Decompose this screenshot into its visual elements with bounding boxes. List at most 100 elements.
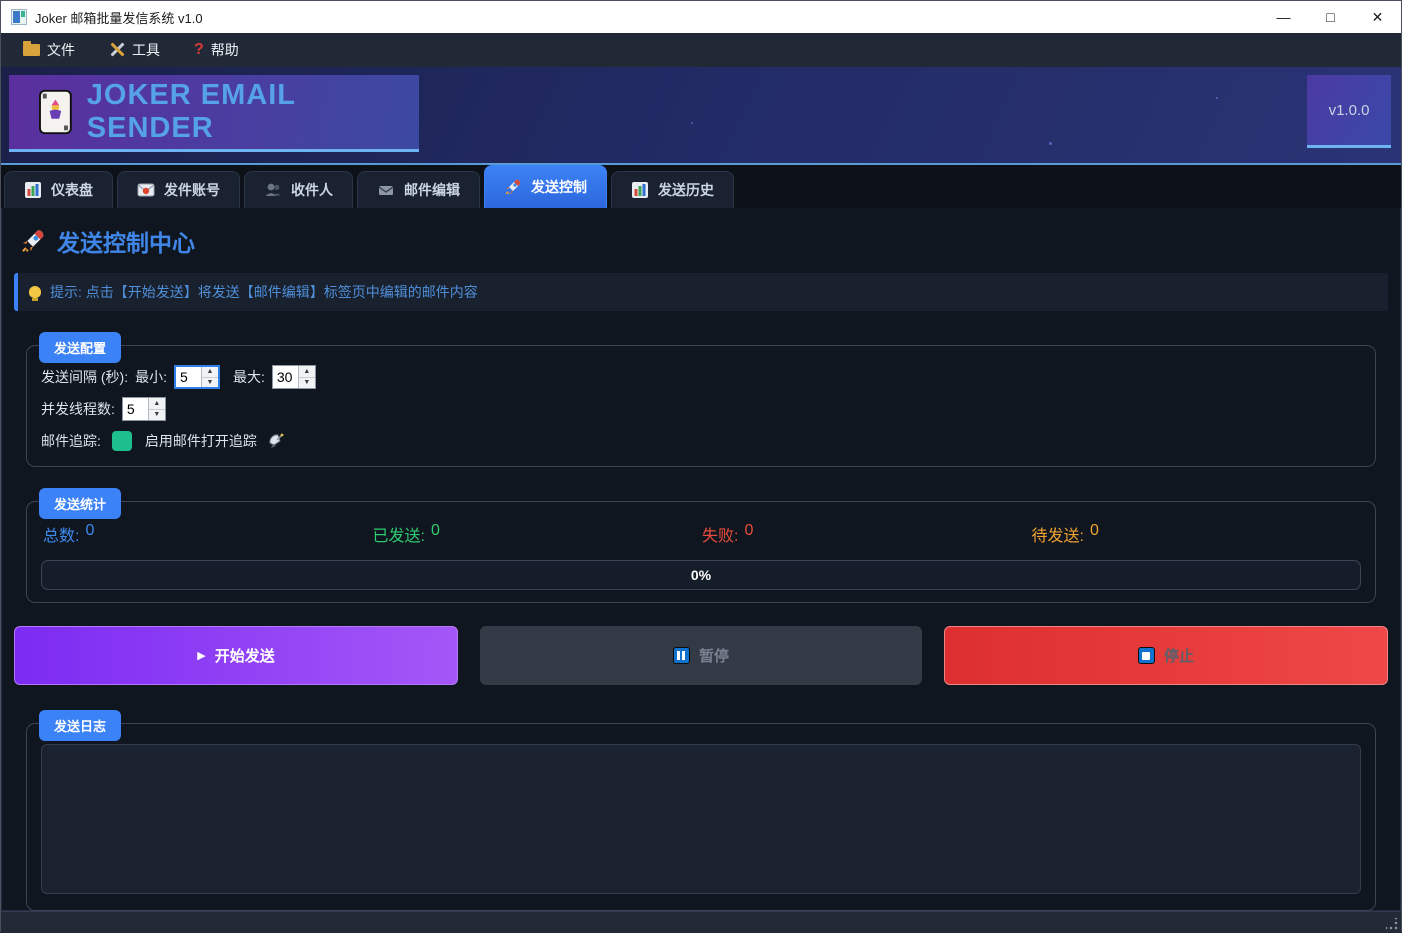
page-title: 发送控制中心 <box>20 224 1388 258</box>
page-title-text: 发送控制中心 <box>57 224 195 258</box>
decor-star <box>1049 142 1052 145</box>
tools-icon <box>109 42 125 58</box>
bulb-icon <box>29 286 41 298</box>
interval-min-spinbox[interactable]: 5 ▲ ▼ <box>174 365 220 389</box>
interval-max-label: 最大: <box>233 367 265 387</box>
stat-failed-label: 失败: <box>702 522 738 546</box>
send-log-textarea[interactable] <box>41 744 1361 894</box>
stop-icon <box>1138 647 1155 664</box>
pause-button-label: 暂停 <box>699 645 729 666</box>
stat-total-label: 总数: <box>43 522 79 546</box>
tab-dashboard[interactable]: 仪表盘 <box>4 171 113 208</box>
menu-help-label: 帮助 <box>211 40 239 60</box>
folder-icon <box>23 44 40 56</box>
resize-grip[interactable] <box>1386 918 1398 930</box>
tracking-checkbox-label: 启用邮件打开追踪 <box>145 431 257 451</box>
menu-file[interactable]: 文件 <box>13 36 85 64</box>
send-control-panel: 发送控制中心 提示: 点击【开始发送】将发送【邮件编辑】标签页中编辑的邮件内容 … <box>1 208 1401 911</box>
tab-bar: 仪表盘 发件账号 收件人 邮件编辑 <box>1 165 1401 208</box>
send-stats-group: 发送统计 总数: 0 已发送: 0 失败: 0 待发送: 0 0% <box>26 501 1376 603</box>
stat-failed-value: 0 <box>744 522 753 546</box>
stat-failed: 失败: 0 <box>702 522 1032 546</box>
spin-down-button[interactable]: ▼ <box>149 410 165 421</box>
tab-label: 发送历史 <box>658 180 714 200</box>
tab-send-control[interactable]: 发送控制 <box>484 165 607 208</box>
spin-up-button[interactable]: ▲ <box>299 366 315 378</box>
threads-spinbox[interactable]: 5 ▲ ▼ <box>122 397 166 421</box>
send-log-badge: 发送日志 <box>39 710 121 741</box>
tab-send-history[interactable]: 发送历史 <box>611 171 734 208</box>
interval-min-value[interactable]: 5 <box>176 367 201 387</box>
stat-sent: 已发送: 0 <box>373 522 703 546</box>
version-label: v1.0.0 <box>1329 102 1370 119</box>
tab-label: 发件账号 <box>164 180 220 200</box>
app-window-icon <box>11 9 27 25</box>
stop-button[interactable]: 停止 <box>944 626 1388 685</box>
stat-sent-value: 0 <box>431 522 440 546</box>
stat-sent-label: 已发送: <box>373 522 425 546</box>
maximize-button[interactable]: □ <box>1307 1 1354 33</box>
stat-total: 总数: 0 <box>43 522 373 546</box>
spinner-arrows: ▲ ▼ <box>148 398 165 420</box>
spin-down-button[interactable]: ▼ <box>299 378 315 389</box>
app-banner: JOKER EMAIL SENDER <box>9 75 419 152</box>
menu-help[interactable]: ? 帮助 <box>184 36 249 64</box>
progress-bar: 0% <box>41 560 1361 590</box>
stat-total-value: 0 <box>85 522 94 546</box>
rocket-icon <box>20 228 46 254</box>
interval-max-spinbox[interactable]: 30 ▲ ▼ <box>272 365 316 389</box>
envelope-icon <box>377 181 395 199</box>
menu-tools-label: 工具 <box>132 40 160 60</box>
start-sending-button[interactable]: ▶ 开始发送 <box>14 626 458 685</box>
menu-tools[interactable]: 工具 <box>99 36 170 64</box>
stat-pending-label: 待发送: <box>1032 522 1084 546</box>
tab-sender-accounts[interactable]: 发件账号 <box>117 171 240 208</box>
spin-up-button[interactable]: ▲ <box>202 367 218 378</box>
rocket-icon <box>504 178 522 196</box>
tab-label: 仪表盘 <box>51 180 93 200</box>
interval-row: 发送间隔 (秒): 最小: 5 ▲ ▼ 最大: 30 ▲ ▼ <box>41 364 1361 390</box>
pause-button[interactable]: 暂停 <box>480 626 922 685</box>
stats-row: 总数: 0 已发送: 0 失败: 0 待发送: 0 <box>43 522 1361 546</box>
pause-icon <box>673 647 690 664</box>
send-stats-badge: 发送统计 <box>39 488 121 519</box>
tracking-checkbox[interactable] <box>112 431 132 451</box>
send-config-group: 发送配置 发送间隔 (秒): 最小: 5 ▲ ▼ 最大: 30 ▲ ▼ 并发线 <box>26 345 1376 467</box>
decor-star <box>691 122 693 124</box>
window-title: Joker 邮箱批量发信系统 v1.0 <box>35 8 203 27</box>
progress-label: 0% <box>691 567 711 583</box>
tip-text: 提示: 点击【开始发送】将发送【邮件编辑】标签页中编辑的邮件内容 <box>50 282 478 302</box>
spinner-arrows: ▲ ▼ <box>201 367 218 387</box>
tip-banner: 提示: 点击【开始发送】将发送【邮件编辑】标签页中编辑的邮件内容 <box>14 273 1388 311</box>
satellite-icon <box>268 433 284 449</box>
start-button-label: 开始发送 <box>215 645 275 666</box>
tab-email-editor[interactable]: 邮件编辑 <box>357 171 480 208</box>
app-header: JOKER EMAIL SENDER v1.0.0 <box>1 67 1401 165</box>
minimize-button[interactable]: — <box>1260 1 1307 33</box>
joker-card-icon <box>39 89 72 135</box>
send-config-badge: 发送配置 <box>39 332 121 363</box>
stat-pending: 待发送: 0 <box>1032 522 1362 546</box>
window-titlebar: Joker 邮箱批量发信系统 v1.0 — □ ✕ <box>1 1 1401 33</box>
interval-label: 发送间隔 (秒): <box>41 367 128 387</box>
mail-icon <box>137 181 155 199</box>
window-controls: — □ ✕ <box>1260 1 1401 33</box>
tab-label: 发送控制 <box>531 177 587 197</box>
tab-label: 邮件编辑 <box>404 180 460 200</box>
stat-pending-value: 0 <box>1090 522 1099 546</box>
menu-file-label: 文件 <box>47 40 75 60</box>
action-buttons: ▶ 开始发送 暂停 停止 <box>14 626 1388 685</box>
chart-icon <box>24 181 42 199</box>
help-icon: ? <box>194 41 204 59</box>
stop-button-label: 停止 <box>1164 645 1194 666</box>
threads-row: 并发线程数: 5 ▲ ▼ <box>41 396 1361 422</box>
chart-icon <box>631 181 649 199</box>
close-button[interactable]: ✕ <box>1354 1 1401 33</box>
spin-down-button[interactable]: ▼ <box>202 378 218 388</box>
version-badge: v1.0.0 <box>1307 75 1391 148</box>
interval-max-value[interactable]: 30 <box>273 366 298 388</box>
spin-up-button[interactable]: ▲ <box>149 398 165 410</box>
threads-value[interactable]: 5 <box>123 398 148 420</box>
tab-recipients[interactable]: 收件人 <box>244 171 353 208</box>
spinner-arrows: ▲ ▼ <box>298 366 315 388</box>
